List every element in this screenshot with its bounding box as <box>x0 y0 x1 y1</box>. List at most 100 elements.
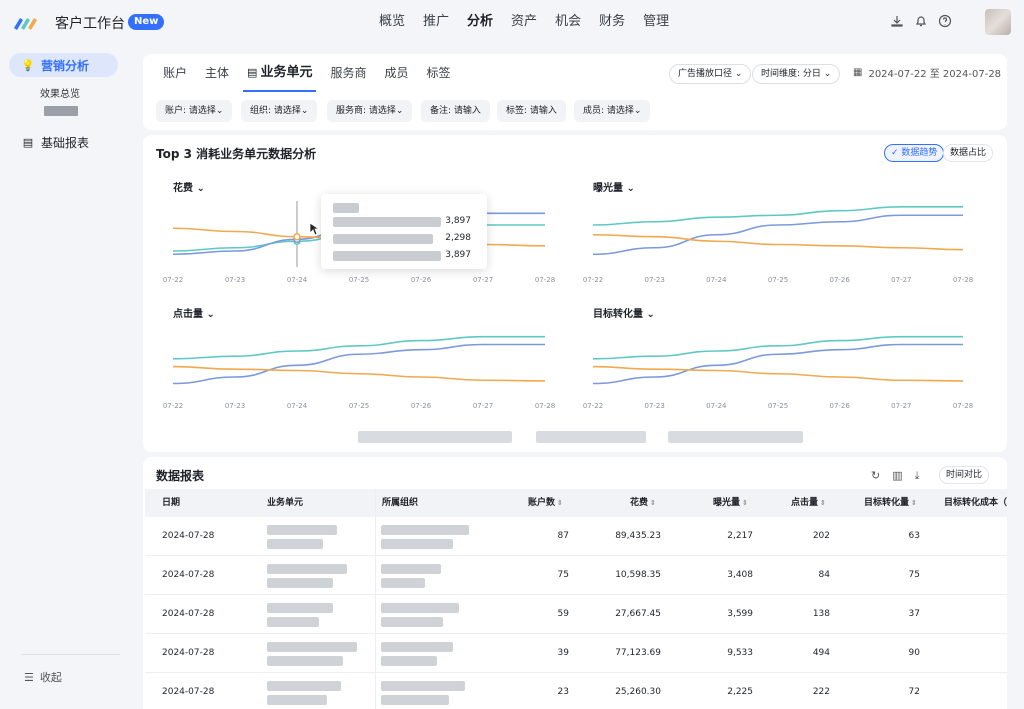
top-icons <box>890 14 952 28</box>
x-tick-label: 07-26 <box>411 402 432 410</box>
column-header-date[interactable]: 日期 <box>162 489 180 517</box>
toggle-proportion[interactable]: 数据占比 <box>943 144 994 162</box>
nav-item-promotion[interactable]: 推广 <box>414 0 458 44</box>
collapse-button[interactable]: ☰ 收起 <box>24 669 62 685</box>
x-tick-label: 07-23 <box>225 402 245 410</box>
cell-clicks: 222 <box>812 687 830 697</box>
column-header-accounts[interactable]: 账户数 ⇕ <box>528 489 563 517</box>
cell-business-unit-redacted <box>267 642 357 652</box>
series-line-2 <box>592 365 964 382</box>
chart-title[interactable]: 花费 ⌄ <box>173 179 205 194</box>
tooltip-row: 3,897 <box>333 250 479 262</box>
column-header-clicks[interactable]: 点击量 ⇕ <box>791 489 826 517</box>
bell-icon[interactable] <box>914 14 928 28</box>
report-title: 数据报表 <box>156 469 205 483</box>
x-tick-label: 07-28 <box>953 276 973 284</box>
filter-account[interactable]: 账户: 请选择⌄ <box>156 100 233 122</box>
chart-clicks-svg: 07-22 07-23 07-24 07-25 07-26 07-27 07-28 <box>163 335 555 410</box>
tab-business-unit[interactable]: ▤ 业务单元 <box>239 54 320 92</box>
filter-remark[interactable]: 备注: 请输入 <box>421 100 490 122</box>
tab-account[interactable]: 账户 <box>155 54 195 92</box>
x-tick-label: 07-22 <box>583 402 603 410</box>
sidebar-item-label: 营销分析 <box>41 58 90 73</box>
download-icon[interactable] <box>890 14 904 28</box>
cell-date: 2024-07-28 <box>162 570 215 580</box>
sort-icon: ⇕ <box>557 499 563 507</box>
legend-item[interactable] <box>536 431 646 443</box>
sidebar-item-basic-report[interactable]: ▤ 基础报表 <box>9 130 118 154</box>
columns-icon[interactable]: ▥ <box>892 469 902 483</box>
chart-impressions-svg: 07-22 07-23 07-24 07-25 07-26 07-27 07-28 <box>583 206 973 284</box>
legend-item[interactable] <box>358 431 512 443</box>
column-header-business-unit[interactable]: 业务单元 <box>267 489 303 517</box>
cell-accounts: 75 <box>557 570 569 580</box>
tab-member[interactable]: 成员 <box>376 54 416 92</box>
cell-business-unit-redacted <box>267 617 319 627</box>
table-row[interactable]: 2024-07-28 59 27,667.45 3,599 138 37 <box>145 595 1007 634</box>
time-dimension-select[interactable]: 时间维度: 分日 ⌄ <box>752 64 841 84</box>
nav-item-manage[interactable]: 管理 <box>634 0 678 44</box>
date-range-picker[interactable]: ▦ 2024-07-22 至 2024-07-28 <box>853 65 1001 80</box>
download-icon[interactable]: ⤓ <box>915 469 920 483</box>
chart-panel: Top 3 消耗业务单元数据分析 ✓ 数据趋势 数据占比 07-22 07-23 0… <box>143 135 1007 452</box>
legend-item[interactable] <box>668 431 803 443</box>
column-header-conversions[interactable]: 目标转化量 ⇕ <box>864 489 917 517</box>
x-tick-label: 07-24 <box>706 402 727 410</box>
x-tick-label: 07-27 <box>473 276 493 284</box>
column-header-conversion-cost[interactable]: 目标转化成本（ <box>944 489 1007 517</box>
time-compare-button[interactable]: 时间对比 <box>939 466 990 484</box>
tab-tag[interactable]: 标签 <box>418 54 458 92</box>
cell-conversions: 63 <box>908 531 920 541</box>
column-header-impressions[interactable]: 曝光量 ⇕ <box>713 489 748 517</box>
user-avatar[interactable] <box>985 9 1011 35</box>
series-line-0 <box>592 335 963 360</box>
ad-scope-select[interactable]: 广告播放口径 ⌄ <box>669 64 752 84</box>
series-line-0 <box>172 335 545 360</box>
refresh-icon[interactable]: ↻ <box>871 469 880 483</box>
cell-spend: 77,123.69 <box>615 648 661 658</box>
cell-date: 2024-07-28 <box>162 648 215 658</box>
nav-item-opportunity[interactable]: 机会 <box>546 0 590 44</box>
nav-item-overview[interactable]: 概览 <box>370 0 414 44</box>
top-bar: 客户工作台 New 概览 推广 分析 资产 机会 财务 管理 <box>0 0 1024 44</box>
filter-tag[interactable]: 标签: 请输入 <box>497 100 566 122</box>
collapse-label: 收起 <box>39 671 62 684</box>
nav-item-analysis[interactable]: 分析 <box>458 0 502 44</box>
column-header-label: 点击量 <box>791 498 819 508</box>
nav-item-assets[interactable]: 资产 <box>502 0 546 44</box>
chart-title[interactable]: 曝光量 ⌄ <box>593 179 635 194</box>
top-nav: 概览 推广 分析 资产 机会 财务 管理 <box>370 0 678 44</box>
table-row[interactable]: 2024-07-28 39 77,123.69 9,533 494 90 <box>145 634 1007 673</box>
column-header-spend[interactable]: 花费 ⇕ <box>630 489 656 517</box>
toggle-trend[interactable]: ✓ 数据趋势 <box>884 144 945 162</box>
chart-clicks: 07-22 07-23 07-24 07-25 07-26 07-27 07-28 点击量 … <box>157 295 575 417</box>
help-icon[interactable] <box>938 14 952 28</box>
chart-conversions: 07-22 07-23 07-24 07-25 07-26 07-27 07-28 目标转化… <box>577 295 993 417</box>
cell-conversions: 72 <box>908 687 920 697</box>
sidebar-item-marketing-analysis[interactable]: 💡 营销分析 <box>9 53 118 77</box>
nav-item-finance[interactable]: 财务 <box>590 0 634 44</box>
filter-label: 标签: 请输入 <box>506 106 557 116</box>
cell-business-unit-redacted <box>267 681 341 691</box>
chart-title[interactable]: 点击量 ⌄ <box>173 305 215 320</box>
filter-organization[interactable]: 组织: 请选择⌄ <box>241 100 318 122</box>
tooltip-row: 2,298 <box>333 233 479 245</box>
cell-organization-redacted <box>381 564 441 574</box>
lightbulb-icon: 💡 <box>21 58 35 72</box>
cell-date: 2024-07-28 <box>162 687 215 697</box>
filter-label: 服务商: 请选择 <box>336 106 396 116</box>
table-row[interactable]: 2024-07-28 75 10,598.35 3,408 84 75 <box>145 556 1007 595</box>
filter-member[interactable]: 成员: 请选择⌄ <box>574 100 651 122</box>
filter-service-provider[interactable]: 服务商: 请选择⌄ <box>327 100 413 122</box>
cell-date: 2024-07-28 <box>162 531 215 541</box>
table-row[interactable]: 2024-07-28 87 89,435.23 2,217 202 63 <box>145 517 1007 556</box>
chart-title-label: 目标转化量 <box>593 309 643 320</box>
table-row[interactable]: 2024-07-28 23 25,260.30 2,225 222 72 <box>145 673 1007 709</box>
sidebar-sub-overview[interactable]: 效果总览 <box>40 85 80 100</box>
cell-accounts: 39 <box>557 648 569 658</box>
x-tick-label: 07-26 <box>411 276 432 284</box>
tab-entity[interactable]: 主体 <box>197 54 237 92</box>
tab-service-provider[interactable]: 服务商 <box>322 54 374 92</box>
column-header-organization[interactable]: 所属组织 <box>382 489 418 517</box>
chart-title[interactable]: 目标转化量 ⌄ <box>593 305 655 320</box>
